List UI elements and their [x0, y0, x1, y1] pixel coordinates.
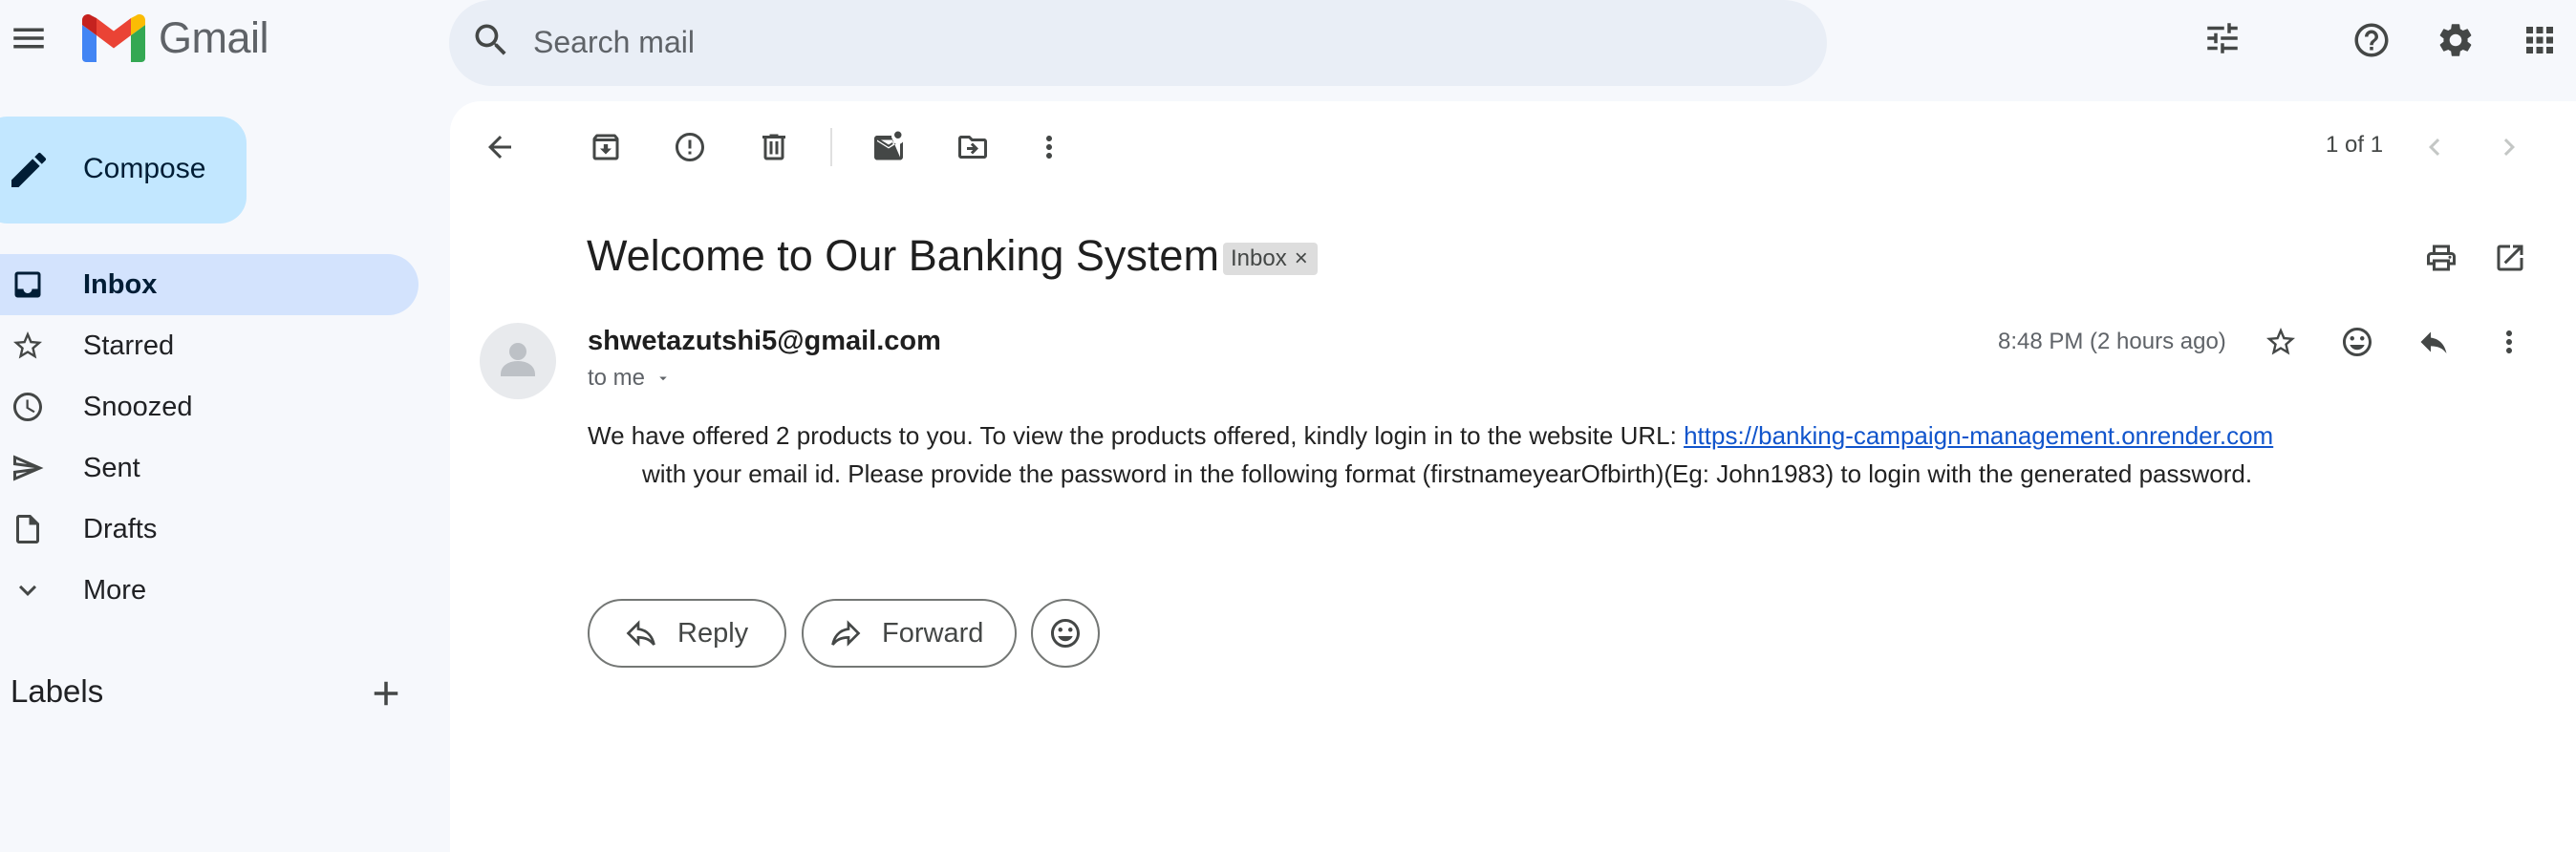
- sidebar-item-starred[interactable]: Starred: [0, 315, 419, 376]
- star-button[interactable]: [2252, 313, 2309, 371]
- sidebar-item-more[interactable]: More: [0, 560, 419, 621]
- trash-icon: [762, 134, 785, 160]
- help-button[interactable]: [2333, 2, 2410, 78]
- sidebar-item-label: Snoozed: [83, 392, 193, 422]
- delete-button[interactable]: [745, 118, 803, 176]
- help-icon: [2354, 23, 2389, 57]
- newer-button[interactable]: [2406, 118, 2463, 176]
- reply-icon: [626, 620, 655, 647]
- compose-label: Compose: [83, 153, 206, 184]
- chevron-right-icon: [2503, 138, 2515, 156]
- older-button[interactable]: [2480, 118, 2538, 176]
- open-new-window-button[interactable]: [2481, 229, 2539, 287]
- email-subject: Welcome to Our Banking System: [587, 231, 1219, 280]
- forward-button[interactable]: Forward: [802, 599, 1017, 668]
- search-bar[interactable]: [449, 0, 2238, 86]
- emoji-icon: [1051, 619, 1080, 648]
- print-icon: [2427, 245, 2456, 271]
- forward-icon: [831, 620, 861, 647]
- more-vert-icon: [1046, 136, 1052, 159]
- pagination-count: 1 of 1: [2326, 132, 2384, 158]
- star-icon: [11, 329, 45, 363]
- caret-down-icon: [659, 376, 667, 381]
- email-body-line1: We have offered 2 products to you. To vi…: [588, 421, 1685, 450]
- main-menu-button[interactable]: [0, 0, 67, 76]
- sidebar-item-label: Drafts: [83, 514, 158, 544]
- apps-grid-icon: [2526, 27, 2553, 53]
- sidebar-item-drafts[interactable]: Drafts: [0, 499, 419, 560]
- sidebar-item-label: Sent: [83, 453, 140, 483]
- email-body: We have offered 2 products to you. To vi…: [588, 416, 2403, 493]
- emoji-icon: [2343, 328, 2372, 356]
- sender-email[interactable]: shwetazutshi5@gmail.com: [588, 326, 941, 357]
- clock-icon: [11, 390, 45, 424]
- hamburger-menu-icon: [13, 28, 44, 49]
- pencil-icon: [11, 152, 47, 187]
- mark-unread-icon: [874, 131, 903, 160]
- mark-unread-button[interactable]: [860, 118, 917, 176]
- send-icon: [11, 451, 45, 485]
- gmail-m-icon: [82, 14, 145, 62]
- sidebar-item-inbox[interactable]: Inbox: [0, 254, 419, 315]
- search-input[interactable]: [533, 17, 1603, 67]
- create-label-button[interactable]: [348, 655, 424, 732]
- compose-button[interactable]: Compose: [0, 117, 247, 224]
- draft-icon: [11, 512, 45, 546]
- archive-button[interactable]: [577, 118, 634, 176]
- labels-heading: Labels: [11, 673, 104, 709]
- more-vert-icon: [2506, 330, 2512, 353]
- sidebar-item-sent[interactable]: Sent: [0, 437, 419, 499]
- reply-icon-button[interactable]: [2405, 313, 2462, 371]
- report-spam-button[interactable]: [661, 118, 719, 176]
- email-body-line2: with your email id. Please provide the p…: [642, 459, 2253, 488]
- move-to-button[interactable]: [944, 118, 1001, 176]
- back-button[interactable]: [471, 118, 528, 176]
- move-to-folder-icon: [958, 136, 987, 159]
- recipient-label: to me: [588, 365, 646, 391]
- person-icon: [501, 343, 535, 376]
- tune-icon: [2207, 23, 2238, 53]
- search-icon[interactable]: [470, 19, 518, 67]
- inbox-icon: [11, 267, 45, 302]
- sidebar-item-label: More: [83, 575, 147, 606]
- more-options-button[interactable]: [1020, 118, 1078, 176]
- email-timestamp: 8:48 PM (2 hours ago): [1998, 329, 2226, 354]
- reply-icon: [2420, 331, 2447, 353]
- message-more-button[interactable]: [2480, 313, 2538, 371]
- sender-avatar[interactable]: [480, 323, 556, 399]
- website-link[interactable]: https://banking-campaign-management.onre…: [1684, 421, 2273, 450]
- gear-icon: [2439, 24, 2472, 56]
- emoji-reaction-button[interactable]: [1031, 599, 1100, 668]
- chevron-left-icon: [2429, 138, 2440, 156]
- add-reaction-button[interactable]: [2329, 313, 2386, 371]
- arrow-back-icon: [488, 136, 511, 159]
- settings-button[interactable]: [2417, 2, 2494, 78]
- report-icon: [676, 133, 704, 161]
- chevron-down-icon: [11, 573, 45, 607]
- inbox-label-chip[interactable]: Inbox ×: [1223, 243, 1318, 275]
- sidebar-item-label: Starred: [83, 330, 175, 361]
- print-all-button[interactable]: [2413, 229, 2470, 287]
- star-outline-icon: [2266, 328, 2295, 355]
- open-in-new-icon: [2497, 245, 2523, 271]
- remove-label-icon[interactable]: ×: [1295, 245, 1308, 272]
- toolbar-divider: [830, 128, 832, 166]
- reply-label: Reply: [677, 617, 749, 649]
- google-apps-button[interactable]: [2501, 2, 2576, 78]
- gmail-wordmark: Gmail: [159, 13, 269, 62]
- forward-label: Forward: [882, 617, 984, 649]
- reply-button[interactable]: Reply: [588, 599, 786, 668]
- plus-icon: [374, 681, 398, 706]
- sidebar-item-snoozed[interactable]: Snoozed: [0, 376, 419, 437]
- search-options-button[interactable]: [2184, 0, 2261, 76]
- gmail-logo[interactable]: Gmail: [82, 13, 269, 63]
- recipient-details-toggle[interactable]: to me: [588, 365, 672, 392]
- label-chip-text: Inbox: [1231, 245, 1287, 271]
- archive-icon: [592, 134, 619, 160]
- sidebar-item-label: Inbox: [83, 269, 158, 300]
